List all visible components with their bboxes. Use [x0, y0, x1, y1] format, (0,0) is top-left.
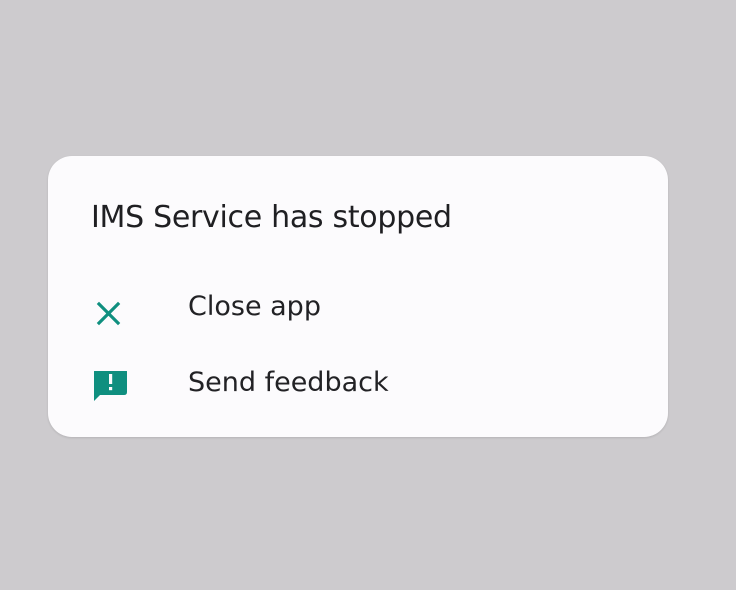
- app-stopped-dialog: IMS Service has stopped Close app Send f…: [48, 156, 668, 437]
- send-feedback-button[interactable]: Send feedback: [48, 351, 668, 421]
- send-feedback-label: Send feedback: [188, 367, 389, 398]
- close-icon: [92, 295, 130, 333]
- close-app-label: Close app: [188, 291, 321, 322]
- dialog-title: IMS Service has stopped: [91, 200, 452, 235]
- close-app-button[interactable]: Close app: [48, 275, 668, 345]
- feedback-icon: [92, 369, 130, 409]
